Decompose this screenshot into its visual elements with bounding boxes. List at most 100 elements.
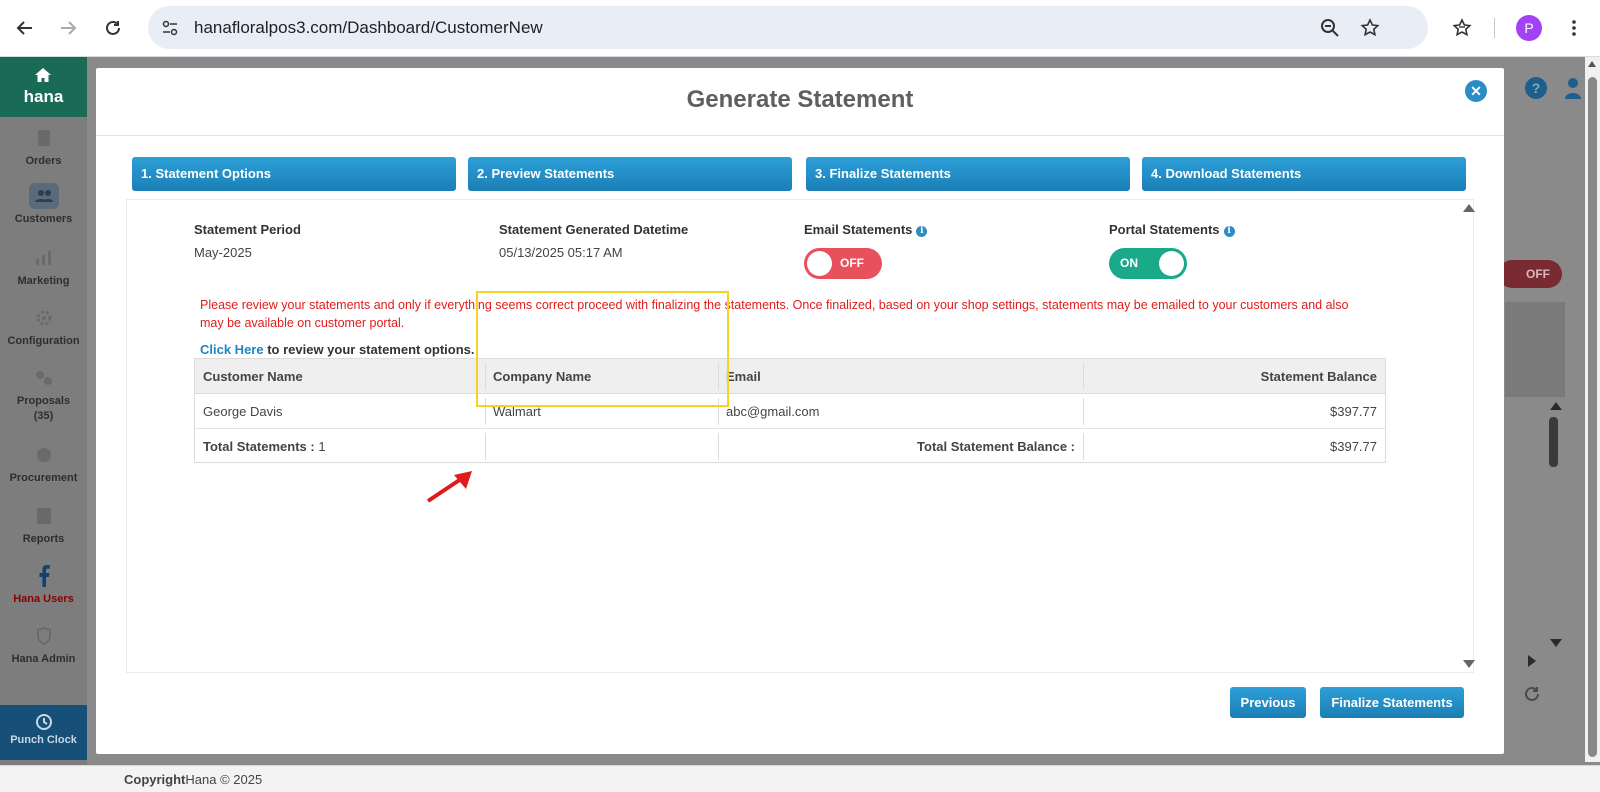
sidebar-item-marketing[interactable]: Marketing: [0, 245, 87, 287]
total-balance-value: $397.77: [1330, 439, 1377, 454]
toggle-label: ON: [1120, 256, 1138, 270]
header-email[interactable]: Email: [718, 359, 1083, 394]
sidebar-item-label: Orders: [25, 155, 62, 167]
annotation-arrow-icon: [426, 471, 472, 503]
more-menu-icon[interactable]: [1558, 12, 1590, 44]
sidebar-item-procurement[interactable]: Procurement: [0, 442, 87, 484]
user-icon[interactable]: [1565, 77, 1581, 99]
toolbar-divider: [1494, 18, 1495, 38]
portal-statements-toggle[interactable]: ON: [1109, 248, 1187, 279]
page-scroll-up-icon[interactable]: [1588, 61, 1596, 67]
toggle-knob: [807, 251, 832, 276]
background-panel: [1505, 302, 1565, 397]
sidebar-item-hana-users[interactable]: Hana Users: [0, 563, 87, 605]
finalize-statements-button[interactable]: Finalize Statements: [1320, 687, 1464, 718]
profile-avatar[interactable]: P: [1516, 15, 1542, 41]
reports-icon: [29, 503, 59, 529]
shield-icon: [29, 623, 59, 649]
brand-logo[interactable]: hana: [0, 57, 87, 117]
sidebar-item-label: Customers: [14, 213, 73, 225]
panel-scroll-down-icon[interactable]: [1463, 660, 1475, 668]
sidebar-item-label: Reports: [22, 533, 65, 545]
email-statements-toggle[interactable]: OFF: [804, 248, 882, 279]
total-balance-label: Total Statement Balance :: [917, 439, 1075, 454]
cell-email: abc@gmail.com: [726, 404, 820, 419]
home-icon: [35, 68, 51, 82]
customers-icon: [28, 183, 59, 209]
site-info-icon[interactable]: [158, 16, 182, 40]
generated-datetime-label: Statement Generated Datetime: [499, 222, 689, 237]
statement-period-label: Statement Period: [194, 222, 301, 237]
background-scroll-up-icon[interactable]: [1550, 402, 1562, 410]
punch-clock-button[interactable]: Punch Clock: [0, 705, 87, 760]
step-download-statements[interactable]: 4. Download Statements: [1142, 157, 1466, 191]
sidebar: hana Orders Customers Marketing Configur…: [0, 57, 87, 792]
modal-header: Generate Statement ✕: [96, 68, 1504, 136]
sidebar-item-orders[interactable]: Orders: [0, 125, 87, 167]
sidebar-item-label: Configuration: [7, 335, 80, 347]
forward-icon[interactable]: [52, 12, 84, 44]
toggle-knob: [1159, 251, 1184, 276]
help-icon[interactable]: ?: [1525, 77, 1547, 99]
step-finalize-statements[interactable]: 3. Finalize Statements: [806, 157, 1130, 191]
info-icon[interactable]: i: [1223, 226, 1235, 237]
header-statement-balance[interactable]: Statement Balance: [1083, 359, 1385, 394]
procurement-icon: [29, 442, 59, 468]
address-bar[interactable]: hanafloralpos3.com/Dashboard/CustomerNew: [148, 6, 1428, 49]
sidebar-item-label: Proposals: [16, 395, 71, 407]
email-statements-label: Email Statements: [804, 222, 913, 237]
url-text: hanafloralpos3.com/Dashboard/CustomerNew: [194, 18, 543, 37]
sidebar-item-proposals[interactable]: Proposals (35): [0, 365, 87, 422]
click-here-description: to review your statement options.: [263, 342, 475, 357]
gear-icon: [29, 305, 59, 331]
facebook-icon: [29, 563, 59, 589]
step-statement-options[interactable]: 1. Statement Options: [132, 157, 456, 191]
statements-table: Customer Name Company Name Email Stateme…: [194, 358, 1386, 463]
background-refresh-icon[interactable]: [1522, 684, 1542, 709]
background-off-toggle[interactable]: OFF: [1498, 260, 1562, 288]
copyright-label: Copyright: [124, 772, 186, 787]
bookmark-star-icon[interactable]: [1358, 16, 1382, 40]
background-scroll-down-icon[interactable]: [1550, 639, 1562, 647]
footer: CopyrightHana © 2025: [0, 765, 1600, 792]
punch-clock-label: Punch Clock: [10, 734, 77, 746]
brand-name: hana: [23, 87, 64, 106]
step-preview-statements[interactable]: 2. Preview Statements: [468, 157, 792, 191]
sidebar-item-label: Marketing: [17, 275, 70, 287]
page-scroll-thumb[interactable]: [1588, 77, 1597, 757]
previous-button[interactable]: Previous: [1230, 687, 1306, 718]
statement-preview-panel: Statement Period May-2025 Statement Gene…: [126, 199, 1475, 673]
orders-icon: [29, 125, 59, 151]
info-icon[interactable]: i: [916, 226, 928, 237]
clock-icon: [35, 714, 52, 730]
statement-period-value: May-2025: [194, 245, 252, 260]
back-icon[interactable]: [9, 12, 41, 44]
header-customer-name[interactable]: Customer Name: [195, 359, 485, 394]
sidebar-item-label: Procurement: [9, 472, 78, 484]
sidebar-item-reports[interactable]: Reports: [0, 503, 87, 545]
reload-icon[interactable]: [97, 12, 129, 44]
close-icon[interactable]: ✕: [1465, 80, 1487, 102]
modal-title: Generate Statement: [686, 86, 914, 113]
bookmarks-icon[interactable]: [1446, 12, 1478, 44]
sidebar-item-customers[interactable]: Customers: [0, 183, 87, 225]
portal-statements-label: Portal Statements: [1109, 222, 1220, 237]
copyright-text: Hana © 2025: [185, 772, 263, 787]
table-row[interactable]: George Davis Walmart abc@gmail.com $397.…: [195, 394, 1385, 429]
column-divider: [485, 433, 486, 460]
table-total-row: Total Statements : 1 Total Statement Bal…: [195, 429, 1385, 464]
generate-statement-modal: Generate Statement ✕ 1. Statement Option…: [96, 68, 1504, 754]
sidebar-item-label: Hana Admin: [11, 653, 76, 665]
background-play-icon[interactable]: [1528, 655, 1536, 667]
sidebar-item-configuration[interactable]: Configuration: [0, 305, 87, 347]
zoom-icon[interactable]: [1318, 16, 1342, 40]
background-scroll-thumb[interactable]: [1549, 417, 1558, 467]
panel-scroll-up-icon[interactable]: [1463, 204, 1475, 212]
page-scrollbar[interactable]: [1585, 57, 1600, 762]
sidebar-item-hana-admin[interactable]: Hana Admin: [0, 623, 87, 665]
proposals-count: (35): [33, 410, 54, 422]
generated-datetime-value: 05/13/2025 05:17 AM: [499, 245, 623, 260]
cell-statement-balance: $397.77: [1330, 404, 1377, 419]
click-here-link[interactable]: Click Here: [200, 342, 264, 357]
table-header-row: Customer Name Company Name Email Stateme…: [195, 359, 1385, 394]
